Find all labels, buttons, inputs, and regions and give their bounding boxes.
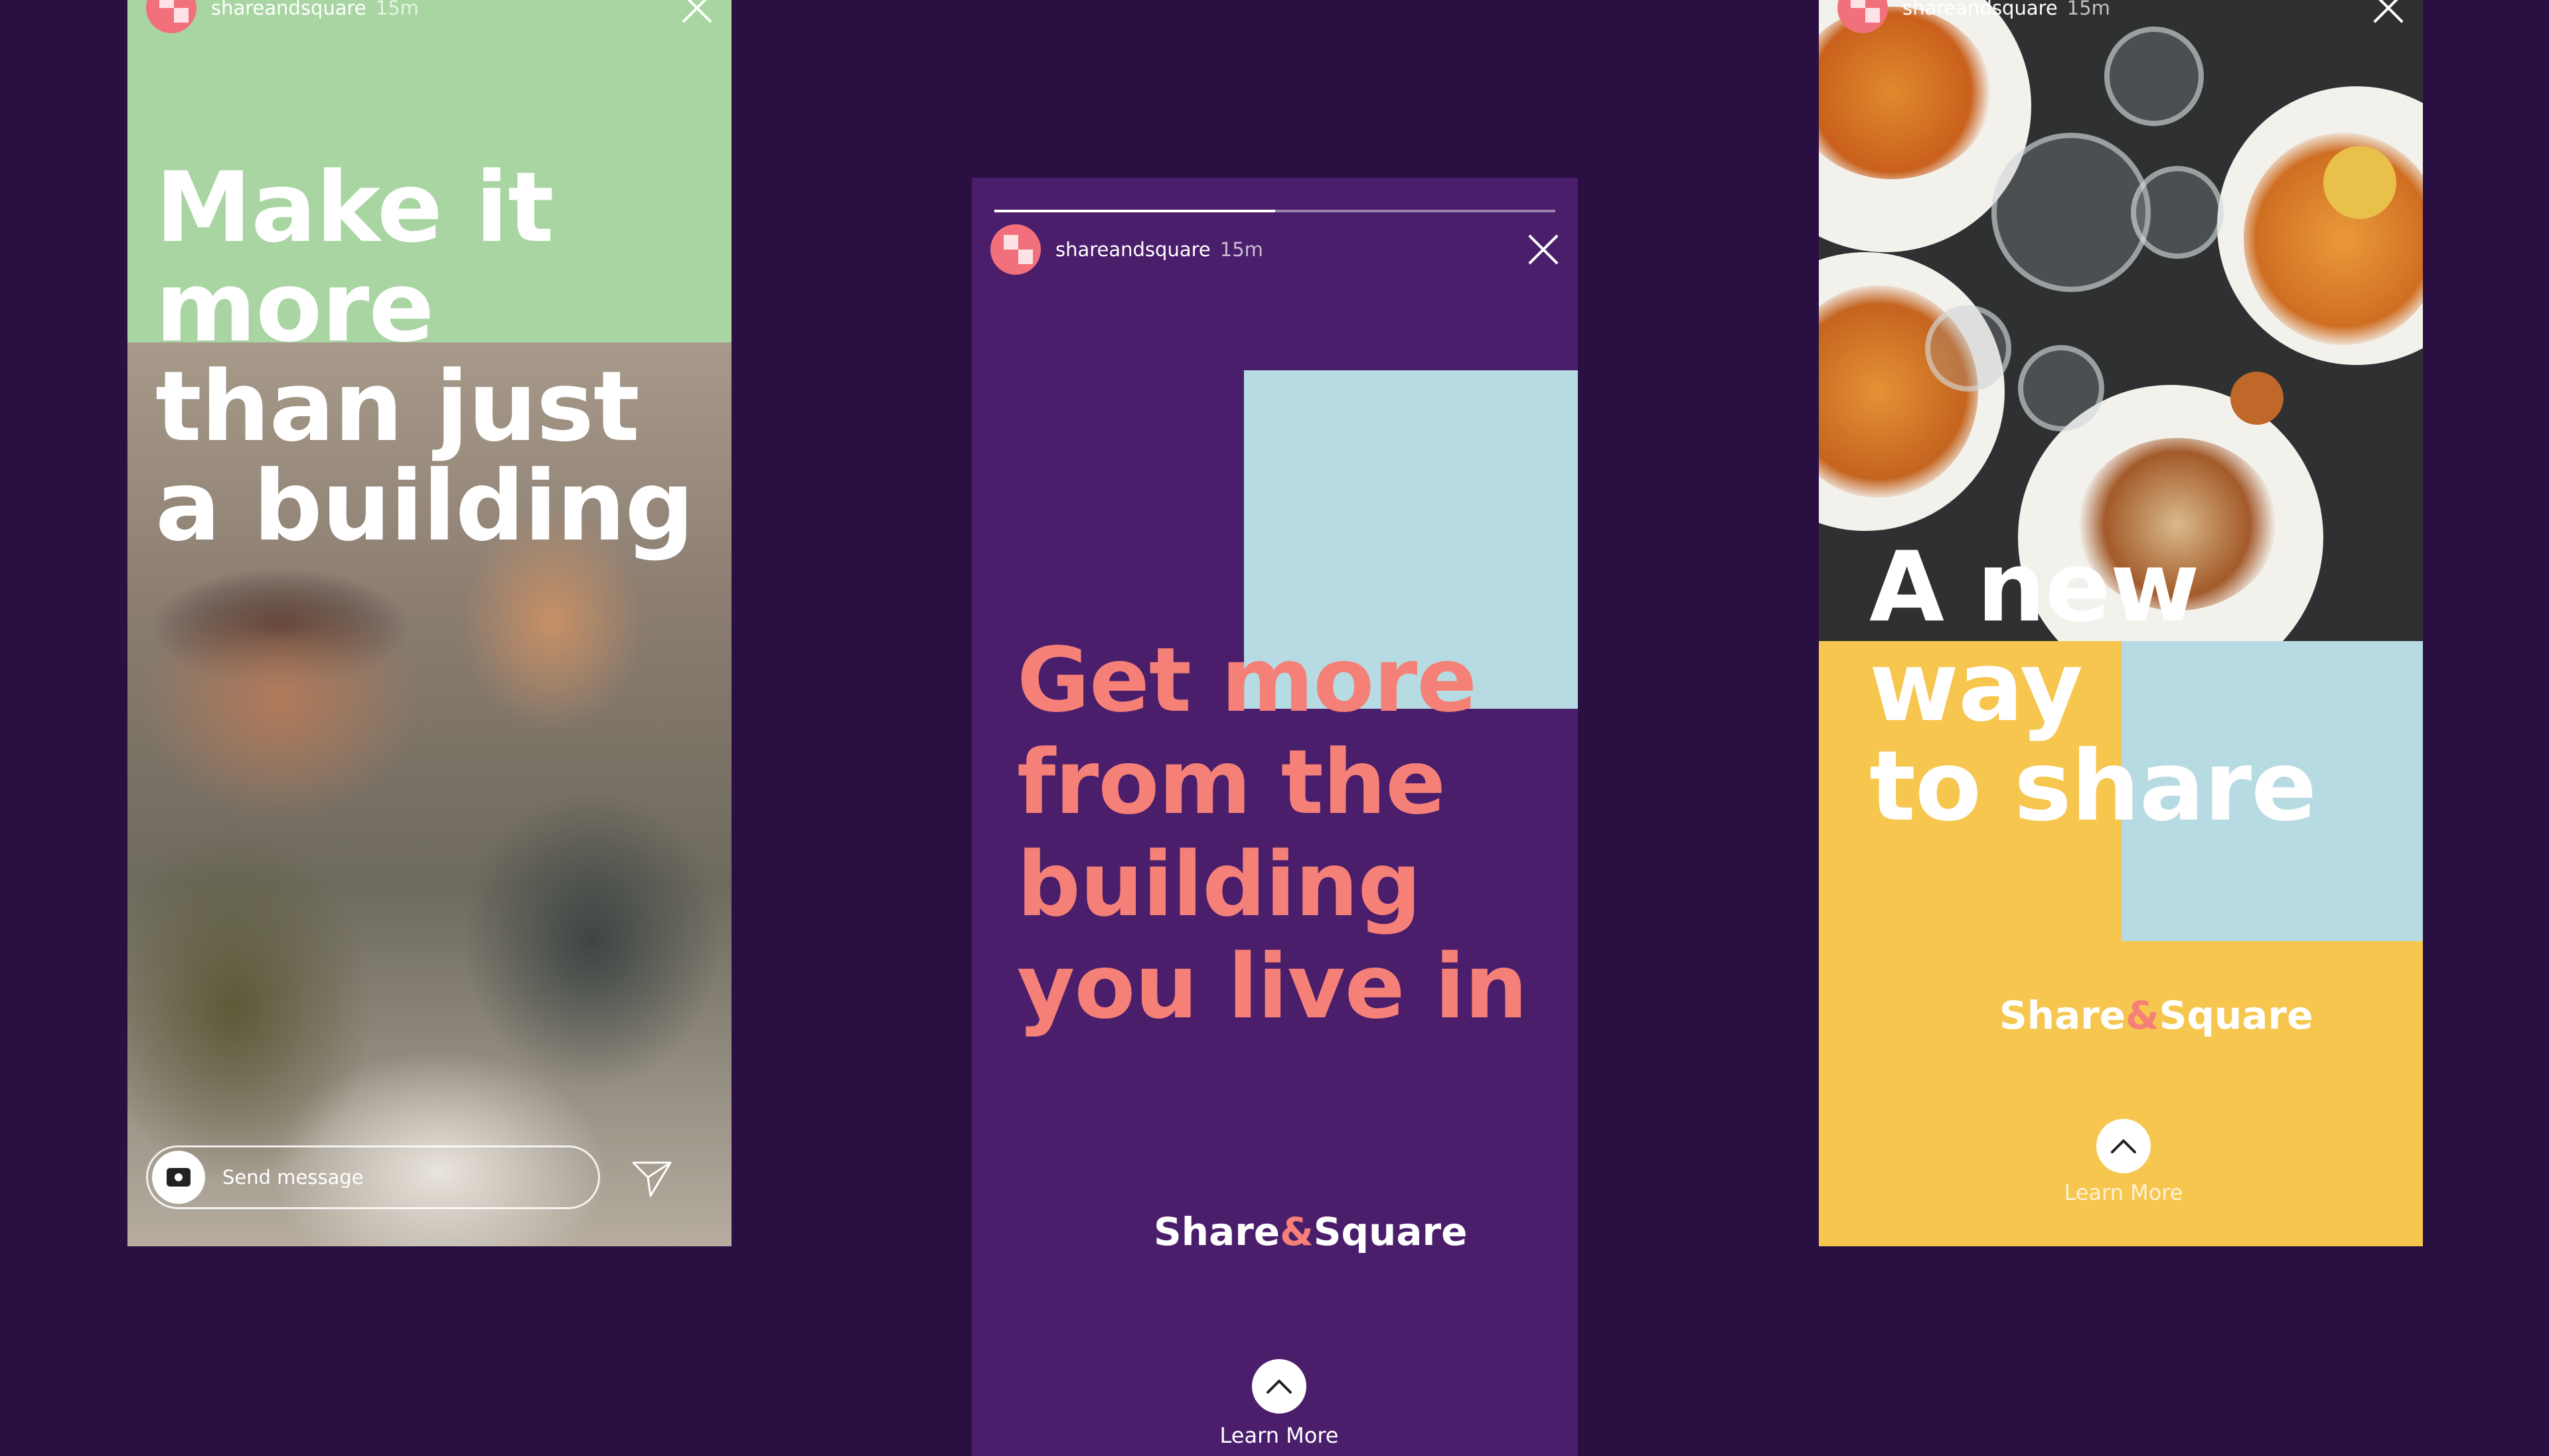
- learn-more-link[interactable]: Learn More: [2024, 1180, 2223, 1205]
- timestamp: 15m: [2066, 0, 2110, 19]
- username[interactable]: shareandsquare: [211, 0, 366, 19]
- close-icon[interactable]: [1527, 234, 1559, 265]
- story-headline: Make it more than just a building: [155, 151, 694, 563]
- close-icon[interactable]: [681, 0, 713, 24]
- story-card-2[interactable]: shareandsquare 15m Get more from the bui…: [972, 178, 1578, 1456]
- chevron-up-icon[interactable]: [1252, 1359, 1306, 1414]
- story-header: shareandsquare 15m: [990, 220, 1559, 279]
- username[interactable]: shareandsquare: [1902, 0, 2058, 19]
- story-header: shareandsquare 15m: [1837, 0, 2404, 37]
- avatar[interactable]: [990, 224, 1041, 275]
- story-card-1[interactable]: shareandsquare 15m Make it more than jus…: [127, 0, 732, 1246]
- username[interactable]: shareandsquare: [1055, 238, 1211, 261]
- avatar[interactable]: [1837, 0, 1888, 33]
- brand-logo: Share&Square: [1999, 993, 2313, 1038]
- story-card-3[interactable]: shareandsquare 15m A new way to share Sh…: [1819, 0, 2423, 1246]
- send-message-input[interactable]: Send message: [146, 1145, 600, 1209]
- learn-more-link[interactable]: Learn More: [1180, 1423, 1379, 1448]
- chevron-up-icon[interactable]: [2096, 1119, 2151, 1173]
- close-icon[interactable]: [2372, 0, 2404, 24]
- story-header: shareandsquare 15m: [146, 0, 713, 37]
- send-icon[interactable]: [631, 1157, 673, 1200]
- camera-icon[interactable]: [152, 1151, 205, 1204]
- story-headline: A new way to share: [1869, 531, 2317, 843]
- story-headline: Get more from the building you live in: [1017, 628, 1528, 1039]
- avatar[interactable]: [146, 0, 196, 33]
- story-progress-bar: [994, 210, 1555, 212]
- timestamp: 15m: [1219, 238, 1263, 261]
- brand-logo: Share&Square: [1154, 1209, 1468, 1254]
- message-placeholder: Send message: [222, 1166, 364, 1189]
- timestamp: 15m: [375, 0, 419, 19]
